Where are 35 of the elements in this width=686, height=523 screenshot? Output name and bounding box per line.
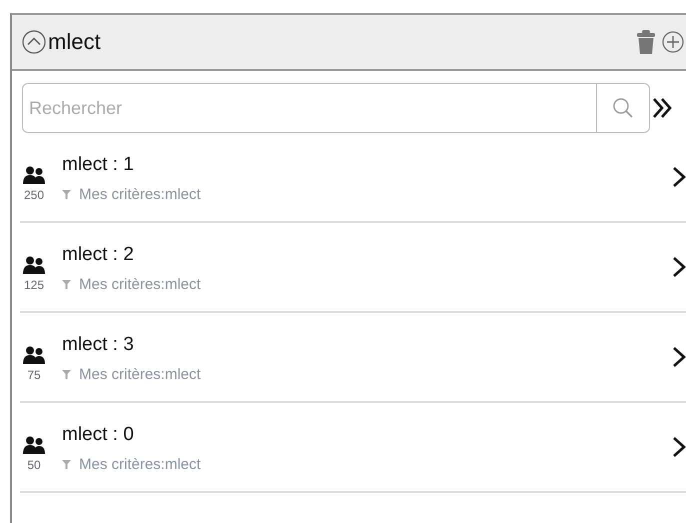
item-title: mlect : 0 — [62, 424, 135, 446]
list-item[interactable]: 125 mlect : 2 Mes critères:mlect — [20, 223, 686, 313]
member-count: 50 — [27, 458, 41, 472]
chevron-right-icon — [672, 436, 686, 458]
group-icon — [23, 436, 45, 454]
collapse-icon[interactable] — [22, 30, 46, 54]
criteria-text: Mes critères:mlect — [79, 366, 201, 382]
filter-icon — [62, 460, 71, 468]
member-count: 250 — [24, 188, 44, 202]
group-icon — [23, 166, 45, 184]
trash-icon[interactable] — [636, 29, 656, 55]
chevron-right-icon — [672, 166, 686, 188]
group-icon — [23, 256, 45, 274]
double-chevron-icon[interactable] — [652, 96, 674, 120]
filter-icon — [62, 370, 71, 378]
chevron-right-icon — [672, 256, 686, 278]
item-title: mlect : 3 — [62, 334, 135, 356]
list-item[interactable]: 75 mlect : 3 Mes critères:mlect — [20, 313, 686, 403]
search-field[interactable]: Rechercher — [22, 83, 596, 133]
list-item[interactable]: 250 mlect : 1 Mes critères:mlect — [20, 133, 686, 223]
item-title: mlect : 1 — [62, 154, 135, 176]
criteria-text: Mes critères:mlect — [79, 276, 201, 292]
filter-icon — [62, 190, 71, 198]
chevron-right-icon — [672, 346, 686, 368]
search-icon — [612, 97, 634, 119]
criteria-text: Mes critères:mlect — [79, 186, 201, 202]
list-item[interactable]: 50 mlect : 0 Mes critères:mlect — [20, 403, 686, 493]
filter-icon — [62, 280, 71, 288]
item-title: mlect : 2 — [62, 244, 135, 266]
group-icon — [23, 346, 45, 364]
criteria-text: Mes critères:mlect — [79, 456, 201, 472]
member-count: 125 — [24, 278, 44, 292]
panel-title: mlect — [48, 29, 101, 55]
add-icon[interactable] — [662, 31, 684, 53]
member-count: 75 — [27, 368, 41, 382]
